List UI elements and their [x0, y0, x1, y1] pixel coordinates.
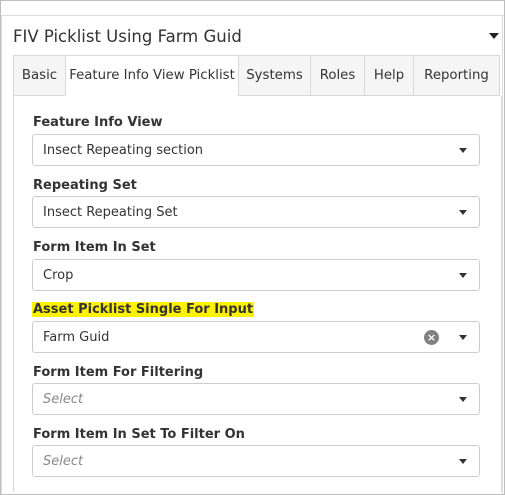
- chevron-down-icon[interactable]: [459, 273, 467, 278]
- form-item-in-set-select[interactable]: Crop: [32, 259, 480, 291]
- repeating-set-select[interactable]: Insect Repeating Set: [32, 196, 480, 228]
- select-value: Insect Repeating section: [43, 143, 204, 158]
- form-item-in-set-label: Form Item In Set: [33, 240, 156, 255]
- select-placeholder: Select: [43, 454, 84, 469]
- panel-frame: FIV Picklist Using Farm Guid Basic Featu…: [0, 0, 505, 495]
- chevron-down-icon[interactable]: [459, 459, 467, 464]
- asset-picklist-single-for-input-label: Asset Picklist Single For Input: [32, 302, 255, 317]
- chevron-down-icon[interactable]: [459, 210, 467, 215]
- select-value: Farm Guid: [43, 330, 110, 345]
- feature-info-view-select[interactable]: Insect Repeating section: [32, 134, 480, 166]
- tab-bar: Basic Feature Info View Picklist Systems…: [13, 55, 500, 96]
- clear-circle-x-icon[interactable]: ×: [424, 330, 439, 345]
- tab-content: Feature Info View Insect Repeating secti…: [13, 96, 502, 492]
- select-value: Insect Repeating Set: [43, 205, 178, 220]
- repeating-set-label: Repeating Set: [33, 178, 137, 193]
- divider: [502, 15, 503, 494]
- chevron-down-icon[interactable]: [459, 335, 467, 340]
- caret-down-icon[interactable]: [489, 33, 499, 39]
- chevron-down-icon[interactable]: [459, 148, 467, 153]
- feature-info-view-label: Feature Info View: [33, 115, 163, 130]
- panel-title: FIV Picklist Using Farm Guid: [13, 27, 242, 46]
- form-item-for-filtering-select[interactable]: Select: [32, 383, 480, 415]
- tab-feature-info-view-picklist[interactable]: Feature Info View Picklist: [65, 55, 238, 96]
- tab-roles[interactable]: Roles: [310, 55, 364, 96]
- form-item-in-set-to-filter-on-label: Form Item In Set To Filter On: [33, 427, 245, 442]
- chevron-down-icon[interactable]: [459, 397, 467, 402]
- tab-help[interactable]: Help: [364, 55, 413, 96]
- form-item-for-filtering-label: Form Item For Filtering: [33, 365, 204, 380]
- tab-systems[interactable]: Systems: [238, 55, 310, 96]
- tab-reporting[interactable]: Reporting: [413, 55, 500, 96]
- tab-basic[interactable]: Basic: [13, 55, 65, 96]
- select-value: Crop: [43, 268, 74, 283]
- form-item-in-set-to-filter-on-select[interactable]: Select: [32, 445, 480, 477]
- asset-picklist-single-for-input-select[interactable]: Farm Guid ×: [32, 321, 480, 353]
- panel-header[interactable]: FIV Picklist Using Farm Guid: [13, 23, 501, 51]
- divider: [1, 15, 504, 16]
- divider: [1, 15, 2, 494]
- select-placeholder: Select: [43, 392, 84, 407]
